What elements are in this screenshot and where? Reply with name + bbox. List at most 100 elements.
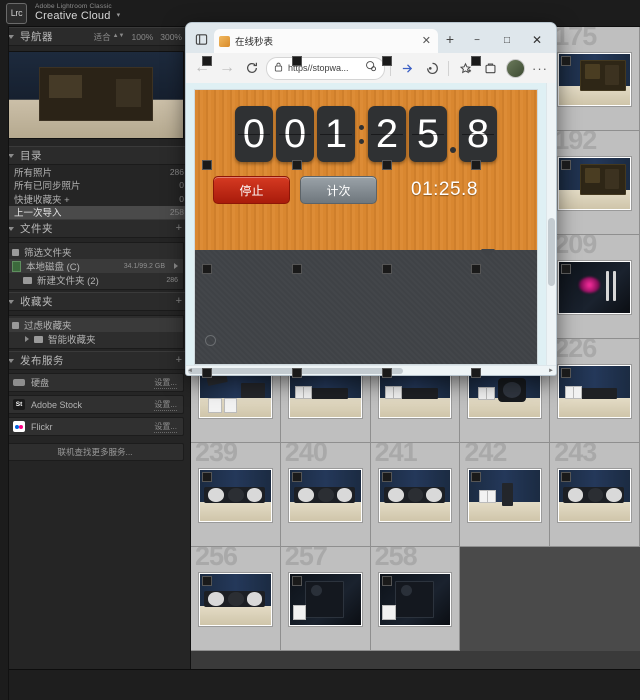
add-collection-icon[interactable]: +	[176, 296, 182, 307]
publish-panel-header[interactable]: 发布服务 +	[0, 351, 190, 370]
grid-cell[interactable]: 241	[371, 443, 461, 547]
grid-cell[interactable]: 257	[281, 547, 371, 651]
toolbar-divider	[448, 61, 449, 76]
publish-service-row[interactable]: Flickr设置...	[6, 417, 184, 436]
stop-button[interactable]: 停止	[213, 176, 290, 204]
thumbnail-badge-icon	[471, 264, 481, 274]
grid-cell[interactable]: 242	[460, 443, 550, 547]
grid-cell[interactable]: 243	[550, 443, 640, 547]
catalog-item[interactable]: 快捷收藏夹 +0	[0, 192, 190, 206]
grid-cell[interactable]: 239	[191, 443, 281, 547]
catalog-item[interactable]: 所有已同步照片0	[0, 179, 190, 193]
grid-cell[interactable]: 192	[550, 131, 640, 235]
thumbnail-badge-icon	[292, 56, 302, 66]
forward-icon[interactable]: →	[216, 57, 238, 79]
minimize-button[interactable]: −	[462, 27, 492, 53]
grid-cell[interactable]: 226	[550, 339, 640, 443]
maximize-button[interactable]: □	[492, 27, 522, 53]
expand-triangle-icon[interactable]	[25, 336, 29, 342]
catalog-item-count: 0	[179, 194, 184, 204]
scrollbar-thumb[interactable]	[548, 218, 555, 286]
thumbnail-badge-icon	[382, 472, 392, 482]
photo-thumbnail[interactable]	[199, 469, 272, 522]
filter-folders-row[interactable]: 筛选文件夹	[7, 245, 183, 259]
catalog-item[interactable]: 上一次导入258	[0, 206, 190, 220]
zoom-300-button[interactable]: 300%	[160, 32, 182, 42]
folders-panel-header[interactable]: 文件夹 +	[0, 219, 190, 238]
grid-cell[interactable]: 209	[550, 235, 640, 339]
photo-thumbnail[interactable]	[558, 53, 631, 106]
profile-avatar[interactable]	[504, 57, 526, 79]
publish-service-row[interactable]: 硬盘设置...	[6, 373, 184, 392]
navigator-panel-header[interactable]: 导航器 适合▲▼ 100% 300%	[0, 27, 190, 46]
page-horizontal-scrollbar[interactable]: ◄ ►	[186, 365, 556, 375]
collections-icon[interactable]	[479, 57, 501, 79]
browser-settings-icon[interactable]: ···	[529, 57, 551, 79]
photo-thumbnail[interactable]	[558, 157, 631, 210]
thumbnail-badge-icon	[202, 472, 212, 482]
collections-title: 收藏夹	[20, 294, 53, 309]
photo-thumbnail[interactable]	[558, 261, 631, 314]
publish-service-settings-link[interactable]: 设置...	[154, 377, 177, 389]
photo-thumbnail[interactable]	[558, 469, 631, 522]
smart-collections-row[interactable]: 智能收藏夹	[7, 332, 183, 346]
navigator-preview[interactable]	[6, 51, 184, 139]
split-screen-icon[interactable]	[396, 57, 418, 79]
new-tab-button[interactable]: +	[440, 28, 460, 50]
add-publish-service-icon[interactable]: +	[176, 355, 182, 366]
photo-thumbnail[interactable]	[558, 365, 631, 418]
edge-browser-window[interactable]: 在线秒表 ✕ + − □ ✕ ← → https//stopwa...	[185, 22, 557, 376]
grid-cell[interactable]: 258	[371, 547, 461, 651]
zoom-fit-label: 适合	[94, 31, 111, 43]
add-folder-icon[interactable]: +	[176, 223, 182, 234]
page-vertical-scrollbar[interactable]	[546, 83, 556, 365]
filmstrip-bar[interactable]	[0, 669, 640, 700]
photo-thumbnail[interactable]	[468, 469, 541, 522]
catalog-item-count: 286	[170, 167, 184, 177]
catalog-item-label: 上一次导入	[14, 205, 62, 219]
grid-cell[interactable]: 175	[550, 27, 640, 131]
grid-cell[interactable]: 256	[191, 547, 281, 651]
stopwatch-digit: 5	[409, 106, 447, 162]
publish-service-settings-link[interactable]: 设置...	[154, 399, 177, 411]
address-bar[interactable]: https//stopwa...	[266, 57, 385, 80]
grid-cell-number: 243	[554, 443, 596, 466]
refresh-icon[interactable]	[241, 57, 263, 79]
tab-list-icon[interactable]	[190, 28, 212, 50]
read-aloud-icon[interactable]	[365, 59, 377, 77]
preview-motherboard-image	[39, 67, 154, 121]
grid-cell-number: 209	[554, 235, 596, 258]
browser-tab[interactable]: 在线秒表 ✕	[214, 29, 438, 53]
photo-thumbnail[interactable]	[289, 573, 362, 626]
subfolder-count: 286	[166, 277, 178, 284]
zoom-100-button[interactable]: 100%	[132, 32, 154, 42]
drive-row[interactable]: 本地磁盘 (C) 34.1/99.2 GB	[7, 259, 183, 273]
stopwatch-digit: 8	[459, 106, 497, 162]
collections-panel-header[interactable]: 收藏夹 +	[0, 292, 190, 311]
catalog-item[interactable]: 所有照片286	[0, 165, 190, 179]
catalog-panel-header[interactable]: 目录	[0, 146, 190, 165]
photo-thumbnail[interactable]	[379, 469, 452, 522]
publish-service-settings-link[interactable]: 设置...	[154, 421, 177, 433]
scroll-right-icon[interactable]: ►	[548, 368, 554, 374]
close-tab-icon[interactable]: ✕	[420, 36, 433, 47]
grid-cell[interactable]: 240	[281, 443, 371, 547]
drive-space: 34.1/99.2 GB	[124, 263, 165, 270]
stopwatch-digit: 2	[368, 106, 406, 162]
photo-thumbnail[interactable]	[199, 573, 272, 626]
close-window-button[interactable]: ✕	[522, 27, 552, 53]
drive-expand-icon[interactable]	[174, 263, 178, 269]
scroll-left-icon[interactable]: ◄	[187, 368, 193, 374]
subfolder-row[interactable]: 新建文件夹 (2) 286	[7, 273, 183, 287]
copilot-icon[interactable]	[421, 57, 443, 79]
thumbnail-badge-icon	[471, 56, 481, 66]
find-more-services-button[interactable]: 联机查找更多服务...	[6, 443, 184, 461]
photo-thumbnail[interactable]	[289, 469, 362, 522]
publish-service-row[interactable]: StAdobe Stock设置...	[6, 395, 184, 414]
zoom-fit-button[interactable]: 适合▲▼	[94, 31, 125, 43]
chevron-down-icon[interactable]: ▾	[117, 12, 121, 19]
photo-thumbnail[interactable]	[379, 573, 452, 626]
lap-button[interactable]: 计次	[300, 176, 377, 204]
catalog-item-label: 所有已同步照片	[14, 178, 81, 192]
filter-collections-row[interactable]: 过虑收藏夹	[7, 318, 183, 332]
